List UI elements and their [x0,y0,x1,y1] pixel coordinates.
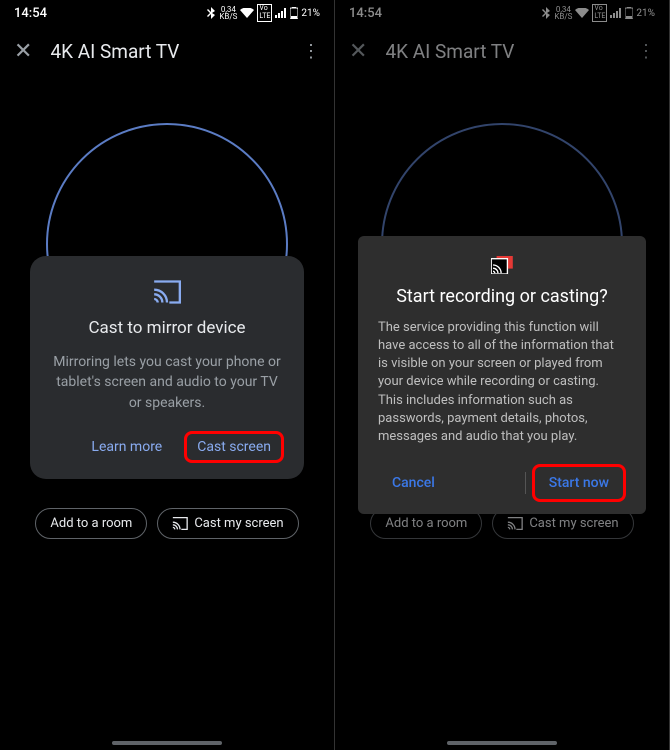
more-icon[interactable]: ⋮ [302,41,320,62]
cast-info-card: Cast to mirror device Mirroring lets you… [30,256,304,479]
battery-percent: 21% [301,8,320,19]
battery-icon [290,7,298,19]
volte-icon: VoLTE [257,4,272,21]
add-to-room-chip[interactable]: Add to a room [35,508,147,539]
network-speed: 0,34 KB/S [219,6,237,20]
cancel-button[interactable]: Cancel [378,467,449,499]
learn-more-button[interactable]: Learn more [79,431,174,463]
cast-screen-button[interactable]: Cast screen [184,431,284,463]
status-icons: 0,34 KB/S VoLTE 21% [206,4,320,21]
dialog-body: The service providing this function will… [378,319,626,446]
page-title: 4K AI Smart TV [50,40,284,63]
close-icon[interactable]: ✕ [14,41,32,63]
chip-row: Add to a room Cast my screen [0,508,334,539]
confirm-dialog: Start recording or casting? The service … [358,236,646,514]
cast-record-icon [378,256,626,274]
gesture-bar[interactable] [112,741,222,745]
app-header: ✕ 4K AI Smart TV ⋮ [0,26,334,77]
card-title: Cast to mirror device [50,318,284,338]
phone-screen-right: 14:54 0,34 KB/S VoLTE 21% ✕ 4K AI Smart … [335,0,670,750]
cast-my-screen-chip[interactable]: Cast my screen [157,508,298,539]
divider [525,472,526,494]
dialog-title: Start recording or casting? [378,286,626,307]
card-body: Mirroring lets you cast your phone or ta… [50,352,284,413]
dialog-scrim[interactable]: Start recording or casting? The service … [335,0,669,750]
status-time: 14:54 [14,6,47,21]
start-now-button[interactable]: Start now [532,464,626,502]
wifi-icon [240,8,254,18]
status-bar: 14:54 0,34 KB/S VoLTE 21% [0,0,334,26]
signal-icon [275,8,287,18]
gesture-bar[interactable] [447,741,557,745]
cast-icon [50,280,284,304]
cast-icon [172,517,188,530]
bluetooth-icon [206,7,216,19]
phone-screen-left: 14:54 0,34 KB/S VoLTE 21% ✕ 4K AI Smart … [0,0,335,750]
